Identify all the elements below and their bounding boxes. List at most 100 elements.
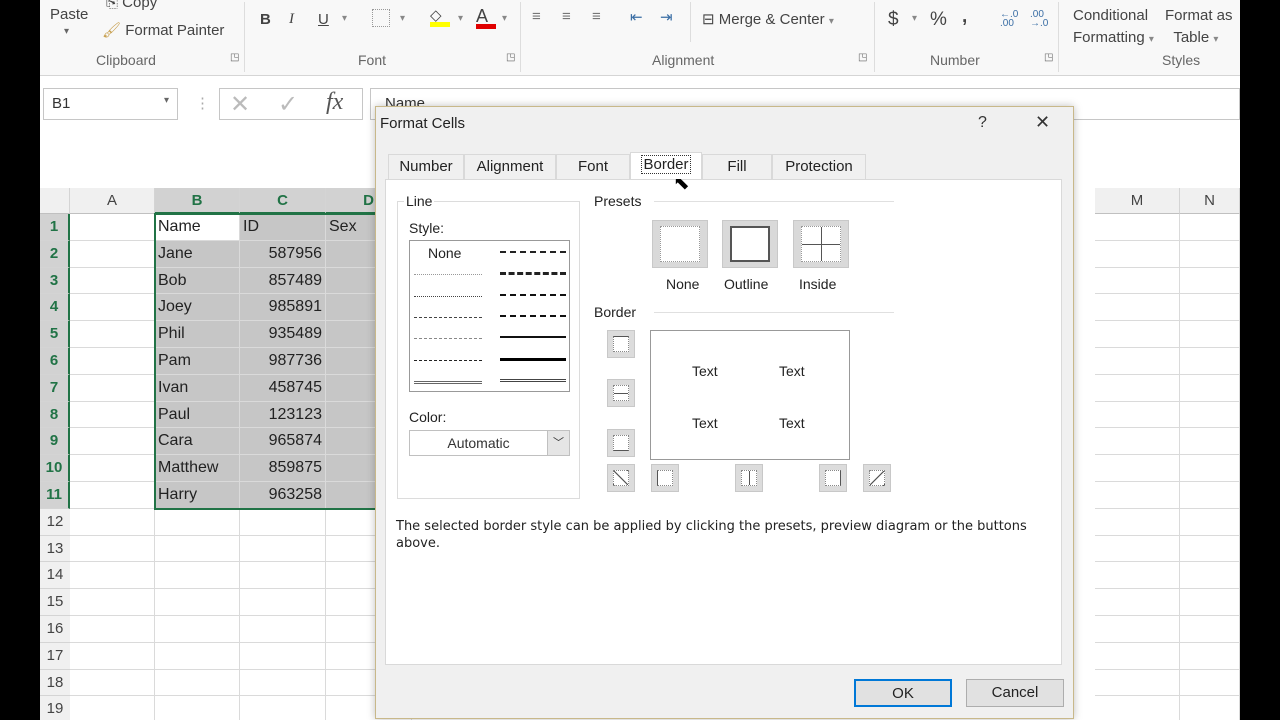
- cell[interactable]: [1095, 294, 1180, 322]
- name-box-dropdown-icon[interactable]: ▾: [164, 95, 169, 106]
- row-header[interactable]: 3: [40, 267, 70, 295]
- bold-button[interactable]: B: [260, 11, 271, 28]
- cell[interactable]: [1095, 214, 1180, 241]
- cell[interactable]: [1180, 696, 1240, 720]
- cell[interactable]: [1180, 294, 1240, 322]
- cell[interactable]: [1095, 267, 1180, 295]
- cell[interactable]: [1180, 214, 1240, 241]
- cell[interactable]: [155, 589, 240, 616]
- percent-button[interactable]: %: [930, 9, 947, 31]
- comma-button[interactable]: ,: [962, 6, 967, 28]
- row-header[interactable]: 10: [40, 455, 70, 482]
- paste-dropdown-icon[interactable]: ▾: [64, 26, 69, 37]
- line-style-option[interactable]: [500, 314, 566, 317]
- tab-fill[interactable]: Fill: [702, 154, 772, 179]
- column-header-a[interactable]: A: [70, 188, 155, 214]
- row-header[interactable]: 17: [40, 642, 70, 670]
- line-style-option[interactable]: [500, 357, 566, 361]
- cell[interactable]: [240, 669, 326, 697]
- cell[interactable]: [1095, 401, 1180, 429]
- cell[interactable]: [1095, 428, 1180, 456]
- cell[interactable]: [240, 696, 326, 720]
- cell[interactable]: [70, 374, 155, 402]
- cell[interactable]: [1095, 535, 1180, 563]
- column-header-c[interactable]: C: [240, 188, 326, 214]
- cell[interactable]: [70, 482, 155, 509]
- enter-icon[interactable]: ✓: [278, 90, 298, 119]
- cell[interactable]: [1095, 321, 1180, 348]
- number-launcher-icon[interactable]: ◳: [1044, 52, 1053, 63]
- cell[interactable]: [155, 696, 240, 720]
- cell[interactable]: [70, 508, 155, 536]
- cell[interactable]: [1180, 428, 1240, 456]
- border-top-button[interactable]: [607, 330, 635, 358]
- cell[interactable]: [70, 240, 155, 268]
- font-color-button[interactable]: A: [476, 6, 496, 29]
- line-style-option[interactable]: [414, 295, 482, 297]
- cell[interactable]: [70, 535, 155, 563]
- cell[interactable]: [70, 294, 155, 322]
- color-dropdown[interactable]: Automatic ﹀: [409, 430, 570, 456]
- cell[interactable]: [70, 267, 155, 295]
- cell[interactable]: [1180, 535, 1240, 563]
- cell[interactable]: [155, 642, 240, 670]
- column-header-m[interactable]: M: [1095, 188, 1180, 214]
- row-header[interactable]: 15: [40, 589, 70, 616]
- fill-color-button[interactable]: ◇: [430, 6, 450, 27]
- line-style-option[interactable]: [500, 251, 566, 253]
- cell[interactable]: [1180, 669, 1240, 697]
- cell[interactable]: [240, 589, 326, 616]
- cell[interactable]: [1095, 482, 1180, 509]
- cell[interactable]: [70, 696, 155, 720]
- line-style-option[interactable]: [414, 338, 482, 340]
- row-header[interactable]: 8: [40, 401, 70, 429]
- row-header[interactable]: 14: [40, 562, 70, 590]
- row-header[interactable]: 2: [40, 240, 70, 268]
- line-style-option[interactable]: [414, 316, 482, 318]
- row-header[interactable]: 16: [40, 616, 70, 643]
- cell[interactable]: [1180, 642, 1240, 670]
- borders-dropdown-icon[interactable]: ▾: [400, 13, 405, 24]
- cell[interactable]: [70, 428, 155, 456]
- line-style-option[interactable]: [414, 359, 482, 361]
- increase-decimal-icon[interactable]: ←.0.00: [1000, 10, 1018, 29]
- font-launcher-icon[interactable]: ◳: [506, 52, 515, 63]
- cell[interactable]: [240, 616, 326, 643]
- cell[interactable]: [1180, 374, 1240, 402]
- cancel-button[interactable]: Cancel: [966, 679, 1064, 707]
- conditional-formatting-button[interactable]: Conditional Formatting ▾: [1073, 5, 1154, 51]
- fill-dropdown-icon[interactable]: ▾: [458, 13, 463, 24]
- cell[interactable]: [155, 616, 240, 643]
- preset-none-button[interactable]: [652, 220, 708, 268]
- cell[interactable]: [70, 455, 155, 482]
- tab-protection[interactable]: Protection: [772, 154, 866, 179]
- cell[interactable]: [1095, 240, 1180, 268]
- row-header[interactable]: 5: [40, 321, 70, 348]
- row-header[interactable]: 9: [40, 428, 70, 456]
- format-as-table-button[interactable]: Format as Table ▾: [1165, 5, 1233, 51]
- decrease-decimal-icon[interactable]: .00 →.0: [1030, 10, 1048, 29]
- format-painter-button[interactable]: 🖌 Format Painter: [102, 21, 224, 39]
- line-style-option[interactable]: [500, 378, 566, 382]
- copy-button[interactable]: ⎘ Copy: [106, 0, 157, 11]
- currency-button[interactable]: $: [888, 9, 899, 31]
- cell[interactable]: [1095, 562, 1180, 590]
- border-preview[interactable]: Text Text Text Text: [650, 330, 850, 460]
- row-header[interactable]: 19: [40, 696, 70, 720]
- merge-center-button[interactable]: ⊟ Merge & Center ▾: [702, 10, 834, 28]
- cell[interactable]: [155, 508, 240, 536]
- cell[interactable]: [70, 401, 155, 429]
- tab-number[interactable]: Number: [388, 154, 464, 179]
- cell[interactable]: [1095, 589, 1180, 616]
- help-button[interactable]: ?: [978, 114, 987, 132]
- insert-function-button[interactable]: fx: [326, 89, 343, 116]
- tab-font[interactable]: Font: [556, 154, 630, 179]
- cell[interactable]: [70, 321, 155, 348]
- row-header[interactable]: 12: [40, 508, 70, 536]
- align-right-icon[interactable]: ≡: [592, 8, 601, 25]
- align-center-icon[interactable]: ≡: [562, 8, 571, 25]
- close-button[interactable]: ✕: [1035, 112, 1050, 133]
- border-middle-horizontal-button[interactable]: [607, 379, 635, 407]
- cell[interactable]: [70, 616, 155, 643]
- line-style-option[interactable]: [500, 336, 566, 339]
